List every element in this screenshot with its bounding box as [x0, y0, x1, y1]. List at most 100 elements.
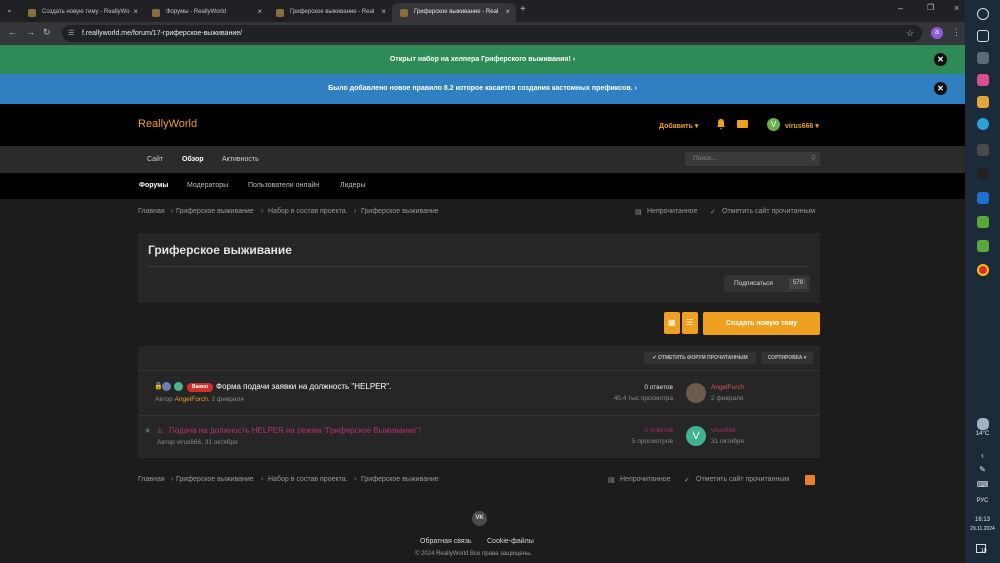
minecraft-icon[interactable]	[977, 216, 989, 228]
last-poster[interactable]: virus666	[711, 427, 736, 434]
nav-site[interactable]: Сайт	[147, 156, 163, 163]
profile-avatar[interactable]: a	[931, 27, 943, 39]
breadcrumb-home[interactable]: Главная	[138, 476, 165, 483]
subnav-leaders[interactable]: Лидеры	[340, 182, 365, 189]
author-link[interactable]: AngelForch	[175, 396, 208, 403]
forward-icon[interactable]: →	[26, 27, 35, 37]
store-icon[interactable]	[977, 144, 989, 156]
copilot-icon[interactable]	[977, 74, 989, 86]
last-post-date[interactable]: 31 октября	[711, 438, 744, 445]
search-input[interactable]: Поиск... ⚲	[685, 152, 820, 166]
breadcrumb-griefer[interactable]: Гриферское выживание	[176, 476, 254, 483]
outlook-icon[interactable]	[977, 192, 989, 204]
pen-icon[interactable]: ✎	[965, 465, 1000, 474]
tab-search-icon[interactable]: ⌄	[6, 5, 13, 14]
table-row[interactable]: 🔒 Важно Форма подачи заявки на должность…	[138, 370, 820, 415]
app-icon[interactable]	[977, 168, 989, 180]
mail-icon[interactable]	[737, 120, 748, 128]
minimize-button[interactable]: –	[898, 3, 903, 13]
clock-time[interactable]: 16:13	[965, 517, 1000, 523]
minecraft-launcher-icon[interactable]	[977, 240, 989, 252]
browser-tab-active[interactable]: Гриферское выживание - Real ×	[392, 3, 516, 22]
rss-icon[interactable]	[805, 475, 815, 485]
avatar[interactable]: V	[686, 426, 706, 446]
keyboard-icon[interactable]: ⌨	[965, 480, 1000, 489]
weather-temp[interactable]: 14°C	[965, 431, 1000, 437]
back-icon[interactable]: ←	[8, 27, 17, 37]
announcement-banner-rule[interactable]: Было добавлено новое правило 8.2 которое…	[0, 74, 965, 104]
bookmark-star-icon[interactable]: ☆	[906, 28, 914, 39]
address-bar[interactable]: ☰ f.reallyworld.me/forum/17-гриферское-в…	[62, 25, 922, 42]
mark-site-read-link[interactable]: Отметить сайт прочитанным	[722, 208, 815, 215]
subnav-moderators[interactable]: Модераторы	[187, 182, 228, 189]
unread-icon[interactable]: ▤	[608, 476, 615, 484]
search-icon[interactable]: ⚲	[811, 154, 816, 162]
breadcrumb-current: Гриферское выживание	[361, 208, 439, 215]
nav-activity[interactable]: Активность	[222, 156, 259, 163]
site-info-icon[interactable]: ☰	[68, 29, 74, 37]
check-icon: ✓	[684, 477, 690, 484]
browser-menu-icon[interactable]: ⋮	[952, 27, 961, 38]
user-menu[interactable]: virus666 ▾	[785, 122, 819, 130]
edge-icon[interactable]	[977, 118, 989, 130]
close-tab-icon[interactable]: ×	[133, 7, 138, 16]
add-menu-button[interactable]: Добавить ▾	[659, 122, 698, 130]
view-grid-button[interactable]: ▦	[664, 312, 680, 334]
browser-tab[interactable]: Создать новую тему - ReallyWo ×	[20, 3, 144, 22]
topic-meta[interactable]: Автор virus666, 31 октября	[157, 439, 238, 446]
close-tab-icon[interactable]: ×	[505, 7, 510, 16]
unread-link[interactable]: Непрочитанное	[647, 208, 697, 215]
language-indicator[interactable]: РУС	[965, 498, 1000, 504]
browser-tab[interactable]: Форумы - ReallyWorld ×	[144, 3, 268, 22]
weather-icon[interactable]	[977, 418, 989, 430]
clock-date[interactable]: 29.11.2024	[965, 526, 1000, 532]
star-icon[interactable]: ★	[144, 426, 151, 435]
topic-title[interactable]: Подача на должность HELPER на режим "Гри…	[169, 426, 421, 435]
subnav-online-users[interactable]: Пользователи онлайн	[248, 182, 319, 189]
favicon-icon	[400, 9, 408, 17]
close-banner-button[interactable]: ✕	[934, 53, 947, 66]
subnav-forums[interactable]: Форумы	[139, 182, 168, 189]
chevron-up-icon[interactable]: ‹	[965, 451, 1000, 460]
window-close-button[interactable]: ×	[954, 3, 959, 13]
announcement-banner-helper[interactable]: Открыт набор на хелпера Гриферского выжи…	[0, 45, 965, 74]
task-view-icon[interactable]	[977, 30, 989, 42]
chrome-icon[interactable]	[977, 264, 989, 276]
windows-search-icon[interactable]	[977, 8, 989, 20]
breadcrumb-home[interactable]: Главная	[138, 208, 165, 215]
unread-icon[interactable]: ▤	[635, 208, 642, 216]
unread-link[interactable]: Непрочитанное	[620, 476, 670, 483]
vk-icon[interactable]: VK	[472, 511, 487, 526]
subscribe-button[interactable]: Подписаться 579	[724, 275, 810, 292]
view-list-button[interactable]: ☰	[682, 312, 698, 334]
primary-nav: Сайт Обзор Активность Поиск... ⚲	[0, 146, 965, 173]
close-banner-button[interactable]: ✕	[934, 82, 947, 95]
breadcrumb-recruitment[interactable]: Набор в состав проекта.	[268, 476, 348, 483]
mark-site-read-link[interactable]: Отметить сайт прочитанным	[696, 476, 789, 483]
reload-icon[interactable]: ↻	[43, 27, 51, 38]
breadcrumb-recruitment[interactable]: Набор в состав проекта.	[268, 208, 348, 215]
file-explorer-icon[interactable]	[977, 96, 989, 108]
widgets-icon[interactable]	[977, 52, 989, 64]
user-avatar[interactable]: V	[767, 118, 780, 131]
topic-title[interactable]: Форма подачи заявки на должность "HELPER…	[216, 382, 391, 391]
avatar[interactable]	[686, 383, 706, 403]
cookies-link[interactable]: Cookie-файлы	[487, 538, 534, 545]
bell-icon[interactable]	[716, 118, 726, 130]
close-tab-icon[interactable]: ×	[257, 7, 262, 16]
pin-icon	[162, 382, 171, 391]
last-post-date[interactable]: 2 февраля	[711, 395, 743, 402]
table-row[interactable]: ★ ◬ Подача на должность HELPER на режим …	[138, 415, 820, 458]
last-poster[interactable]: AngelForch	[711, 384, 744, 391]
new-tab-button[interactable]: +	[520, 4, 526, 15]
mark-forum-read-button[interactable]: ✔ ОТМЕТИТЬ ФОРУМ ПРОЧИТАННЫМ	[644, 352, 756, 364]
close-tab-icon[interactable]: ×	[381, 7, 386, 16]
breadcrumb-griefer[interactable]: Гриферское выживание	[176, 208, 254, 215]
feedback-link[interactable]: Обратная связь	[420, 538, 472, 545]
sort-button[interactable]: СОРТИРОВКА ▾	[761, 352, 813, 364]
restore-button[interactable]: ❐	[927, 3, 934, 12]
nav-overview[interactable]: Обзор	[182, 156, 204, 163]
create-topic-button[interactable]: Создать новую тему	[703, 312, 820, 335]
site-logo[interactable]: ReallyWorld	[138, 118, 197, 130]
browser-tab[interactable]: Гриферское выживание - Real ×	[268, 3, 392, 22]
